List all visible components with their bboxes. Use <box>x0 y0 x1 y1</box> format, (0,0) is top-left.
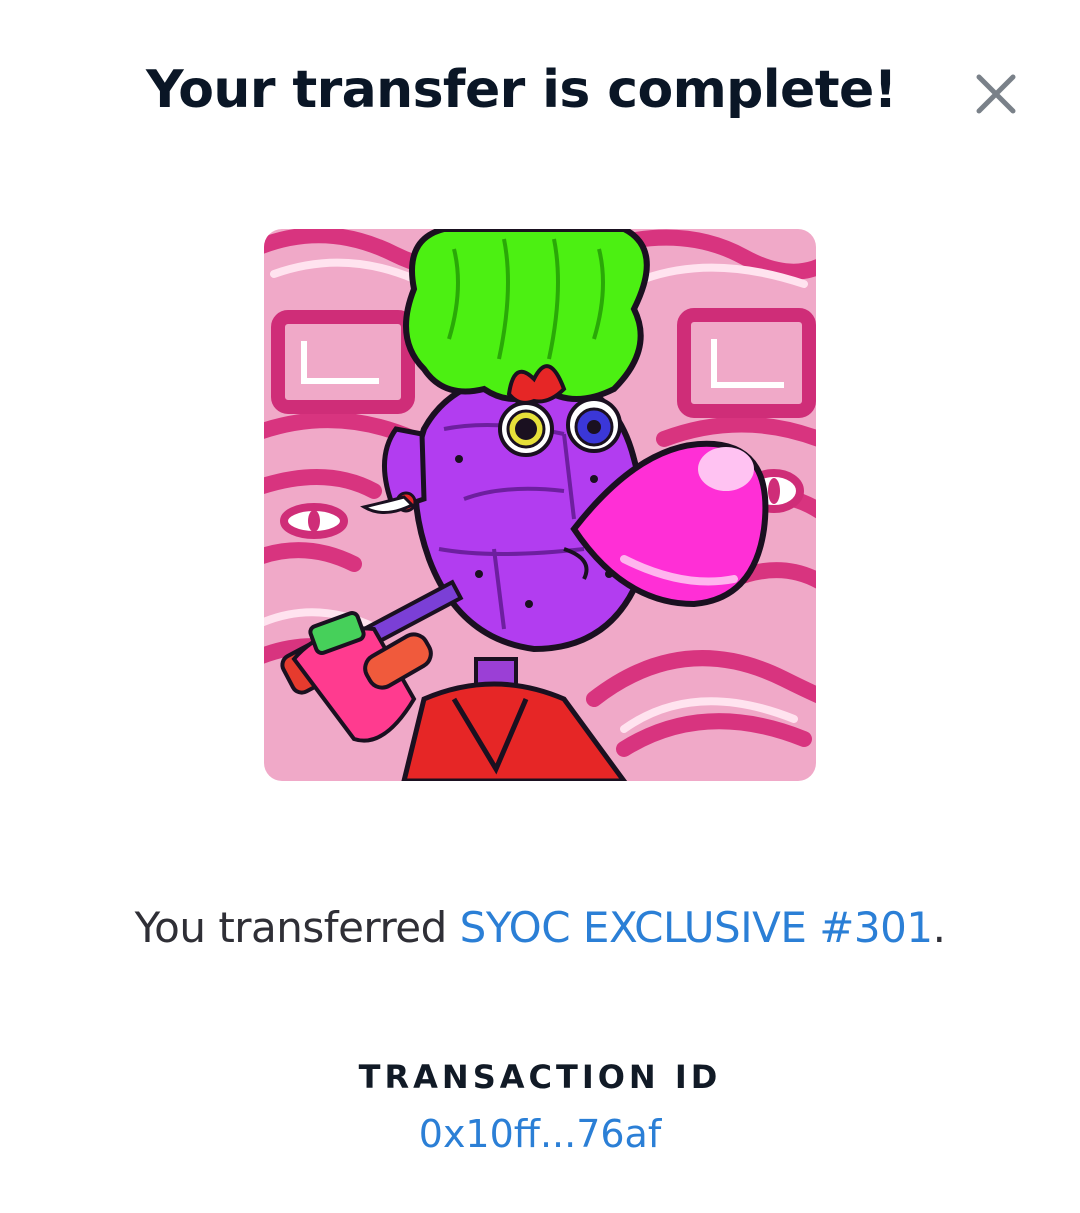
modal-header: Your transfer is complete! <box>0 50 1080 130</box>
close-icon <box>976 74 1016 114</box>
nft-artwork <box>264 229 816 781</box>
message-prefix: You transferred <box>134 903 460 952</box>
modal-title: Your transfer is complete! <box>146 60 897 120</box>
close-button[interactable] <box>968 66 1024 122</box>
nft-name-link[interactable]: SYOC EXCLUSIVE #301 <box>460 903 933 952</box>
transaction-id-link[interactable]: 0x10ff...76af <box>0 1108 1080 1160</box>
message-suffix: . <box>932 903 946 952</box>
transfer-message: You transferred SYOC EXCLUSIVE #301. <box>0 896 1080 960</box>
nft-image <box>264 229 816 781</box>
transaction-id-label: TRANSACTION ID <box>358 1058 722 1096</box>
